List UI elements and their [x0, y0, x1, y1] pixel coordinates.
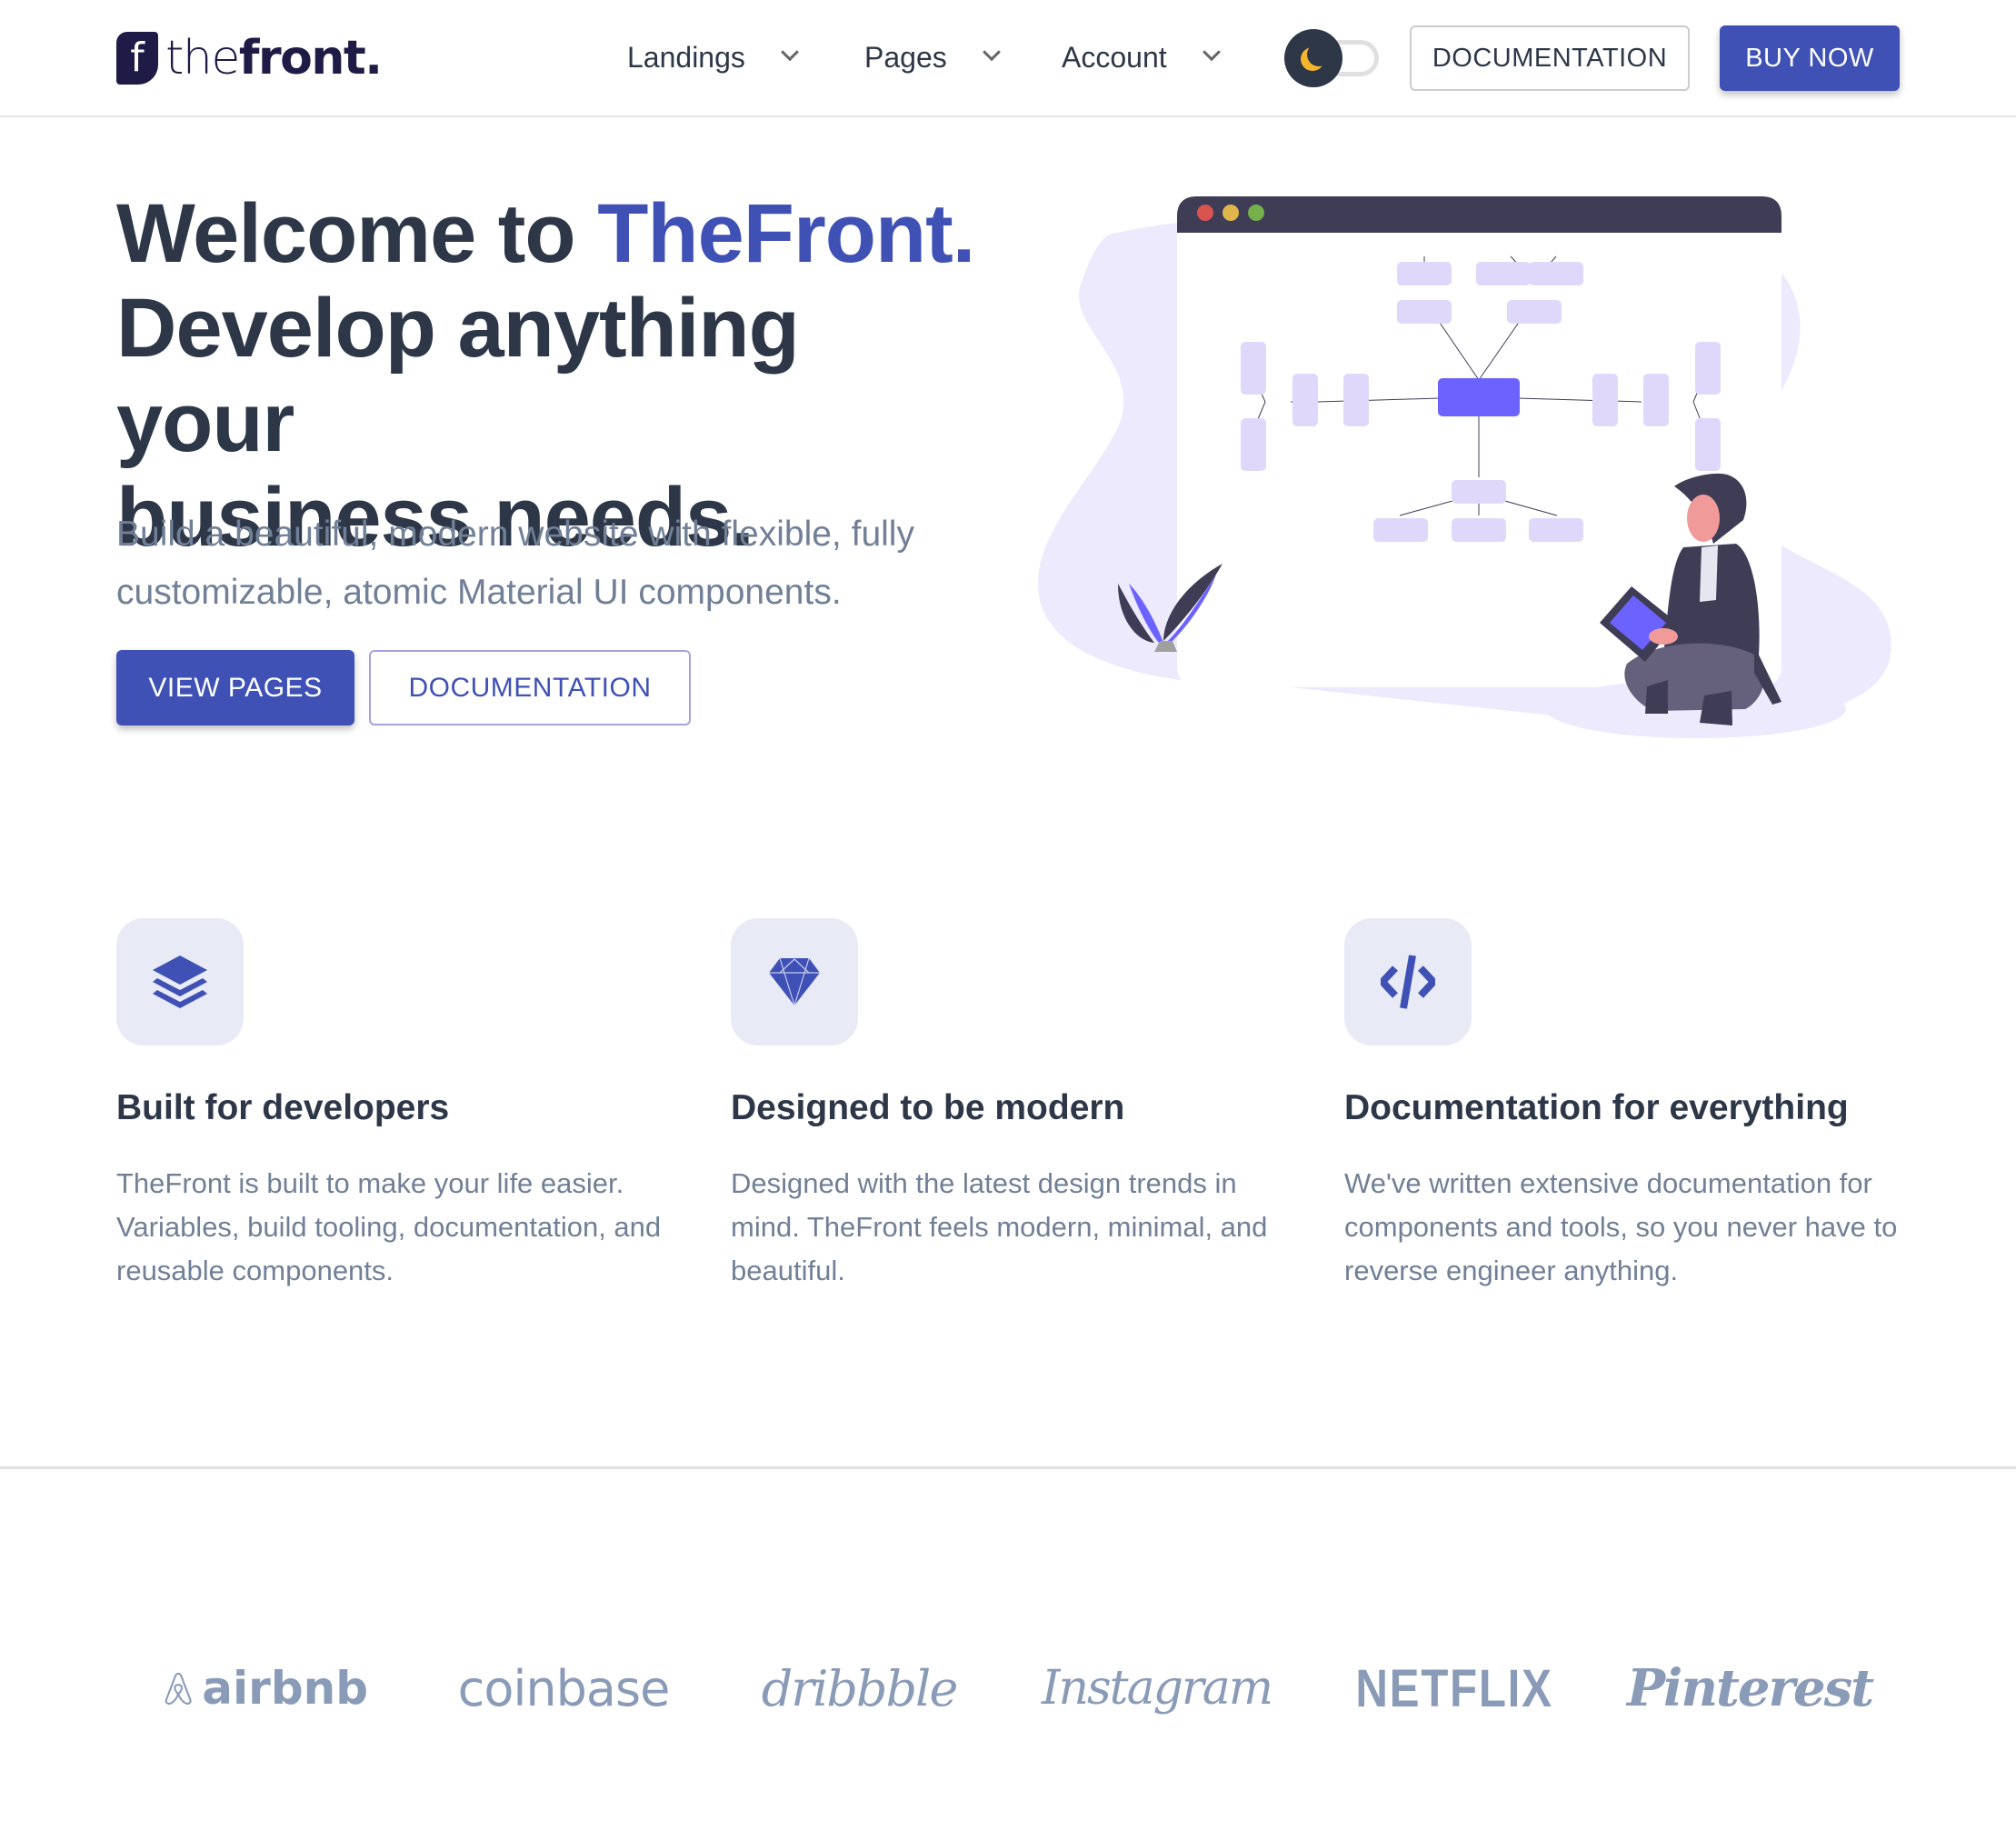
- feature-card-documentation: Documentation for everything We've writt…: [1344, 918, 1908, 1293]
- toggle-knob: [1284, 29, 1342, 87]
- chevron-down-icon: [780, 43, 799, 62]
- partner-logo-instagram: Instagram: [1041, 1661, 1273, 1716]
- feature-icon-box: [1344, 918, 1472, 1046]
- airbnb-icon: [165, 1672, 192, 1705]
- layers-icon: [153, 956, 207, 1008]
- view-pages-button[interactable]: VIEW PAGES: [116, 650, 354, 725]
- diamond-icon: [769, 957, 820, 1006]
- partner-logo-dribbble: dribbble: [761, 1659, 959, 1717]
- nav-landings[interactable]: Landings: [627, 36, 799, 78]
- feature-description: TheFront is built to make your life easi…: [116, 1167, 662, 1286]
- logo-wordmark: thefront.: [165, 31, 383, 85]
- hero-subtitle: Build a beautiful, modern website with f…: [116, 515, 914, 612]
- chevron-down-icon: [982, 43, 1001, 62]
- feature-title: Documentation for everything: [1344, 1088, 1849, 1127]
- hero-illustration: [1037, 196, 1891, 738]
- nav-pages-label: Pages: [864, 40, 947, 74]
- partner-logo-pinterest: Pinterest: [1626, 1658, 1874, 1718]
- buy-now-button[interactable]: BUY NOW: [1720, 25, 1900, 91]
- nav-account-label: Account: [1062, 40, 1167, 74]
- feature-card-developers: Built for developers TheFront is built t…: [116, 918, 680, 1293]
- mindmap-center-node: [1438, 378, 1520, 416]
- window-maximize-dot: [1248, 205, 1264, 221]
- feature-card-modern: Designed to be modern Designed with the …: [731, 918, 1294, 1293]
- feature-icon-box: [116, 918, 244, 1046]
- partner-logo-airbnb: airbnb: [164, 1647, 368, 1729]
- partner-logo-coinbase: coinbase: [457, 1659, 671, 1717]
- hero-documentation-button[interactable]: DOCUMENTATION: [369, 650, 691, 725]
- logo-mark-icon: f: [116, 32, 158, 85]
- window-minimize-dot: [1223, 205, 1239, 221]
- brand-logo[interactable]: f thefront.: [116, 31, 383, 85]
- partner-logos: airbnb coinbase dribbble Instagram NETFL…: [0, 1647, 2016, 1729]
- hero-title-accent: TheFront.: [597, 187, 975, 280]
- feature-description: We've written extensive documentation fo…: [1344, 1167, 1898, 1286]
- theme-toggle[interactable]: [1284, 29, 1381, 87]
- feature-title: Built for developers: [116, 1088, 450, 1127]
- partner-logo-netflix: NETFLIX: [1355, 1658, 1553, 1718]
- browser-titlebar: [1177, 196, 1781, 233]
- window-close-dot: [1197, 205, 1213, 221]
- section-divider: [0, 1466, 2016, 1469]
- chevron-down-icon: [1202, 43, 1221, 62]
- documentation-button[interactable]: DOCUMENTATION: [1410, 25, 1690, 91]
- feature-icon-box: [731, 918, 858, 1046]
- feature-title: Designed to be modern: [731, 1088, 1125, 1127]
- top-navbar: f thefront. Landings Pages Account DOCUM…: [0, 0, 2016, 117]
- nav-landings-label: Landings: [627, 40, 745, 74]
- moon-icon: [1307, 43, 1331, 66]
- code-icon: [1381, 955, 1435, 1009]
- nav-account[interactable]: Account: [1062, 36, 1221, 78]
- nav-pages[interactable]: Pages: [864, 36, 1001, 78]
- feature-description: Designed with the latest design trends i…: [731, 1167, 1268, 1286]
